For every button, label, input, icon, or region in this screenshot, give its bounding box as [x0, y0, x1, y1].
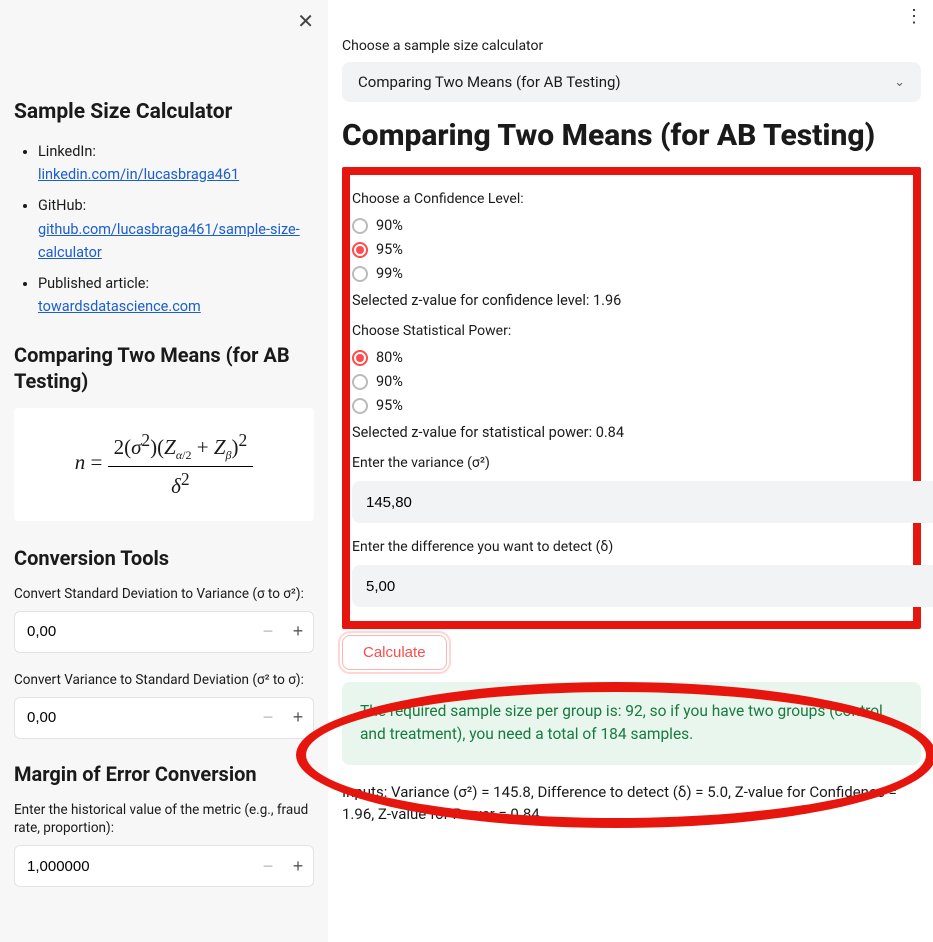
sd-to-var-input[interactable]: [15, 613, 253, 650]
variance-input-wrap: − +: [352, 481, 933, 523]
radio-icon: [352, 350, 368, 366]
more-menu-button[interactable]: ⋮: [905, 6, 923, 27]
delta-label: Enter the difference you want to detect …: [352, 539, 905, 555]
sidebar: ✕ Sample Size Calculator LinkedIn: linke…: [0, 0, 328, 942]
minus-icon: −: [263, 621, 274, 641]
article-link[interactable]: towardsdatascience.com: [38, 298, 201, 315]
increment-button[interactable]: +: [283, 612, 313, 652]
delta-input-wrap: − +: [352, 565, 933, 607]
variance-label: Enter the variance (σ²): [352, 455, 905, 471]
formula-numerator: 2(σ2)(Zα/2 + Zβ)2: [108, 430, 254, 466]
sd-to-var-input-wrap: − +: [14, 611, 314, 653]
link-label: GitHub:: [38, 197, 86, 214]
github-link[interactable]: github.com/lucasbraga461/sample-size-cal…: [38, 221, 300, 261]
calculator-dropdown[interactable]: Comparing Two Means (for AB Testing) ⌄: [342, 62, 921, 102]
plus-icon: +: [293, 707, 304, 727]
confidence-radio-90[interactable]: 90%: [352, 217, 905, 234]
sd-to-var-label: Convert Standard Deviation to Variance (…: [14, 585, 314, 603]
formula-denominator: δ2: [108, 467, 254, 499]
conversion-tools-heading: Conversion Tools: [14, 545, 314, 571]
decrement-button[interactable]: −: [253, 846, 283, 886]
delta-input[interactable]: [352, 568, 933, 605]
radio-label: 95%: [376, 397, 403, 414]
radio-label: 80%: [376, 349, 403, 366]
increment-button[interactable]: +: [283, 846, 313, 886]
power-radio-80[interactable]: 80%: [352, 349, 905, 366]
increment-button[interactable]: +: [283, 698, 313, 738]
annotation-highlight-box: Choose a Confidence Level: 90% 95% 99% S…: [342, 167, 921, 629]
dropdown-selected-value: Comparing Two Means (for AB Testing): [358, 73, 621, 91]
variance-input[interactable]: [352, 484, 933, 521]
sidebar-section-heading: Comparing Two Means (for AB Testing): [14, 342, 314, 394]
decrement-button[interactable]: −: [253, 698, 283, 738]
radio-icon: [352, 242, 368, 258]
sidebar-links-list: LinkedIn: linkedin.com/in/lucasbraga461 …: [14, 140, 314, 318]
linkedin-link[interactable]: linkedin.com/in/lucasbraga461: [38, 166, 239, 183]
minus-icon: −: [263, 856, 274, 876]
link-label: LinkedIn:: [38, 143, 96, 160]
calculator-chooser-label: Choose a sample size calculator: [342, 38, 921, 54]
result-message: The required sample size per group is: 9…: [342, 682, 921, 765]
radio-icon: [352, 374, 368, 390]
calculate-button[interactable]: Calculate: [342, 635, 447, 670]
decrement-button[interactable]: −: [253, 612, 283, 652]
radio-label: 99%: [376, 265, 403, 282]
confidence-radio-95[interactable]: 95%: [352, 241, 905, 258]
main-content: ⋮ Choose a sample size calculator Compar…: [328, 0, 933, 942]
formula-fraction: 2(σ2)(Zα/2 + Zβ)2 δ2: [108, 430, 254, 498]
plus-icon: +: [293, 621, 304, 641]
radio-icon: [352, 266, 368, 282]
list-item: GitHub: github.com/lucasbraga461/sample-…: [38, 194, 314, 264]
link-label: Published article:: [38, 275, 149, 292]
close-sidebar-button[interactable]: ✕: [297, 12, 314, 32]
power-z-value-text: Selected z-value for statistical power: …: [352, 424, 905, 441]
page-title: Comparing Two Means (for AB Testing): [342, 118, 921, 153]
margin-input-wrap: − +: [14, 845, 314, 887]
list-item: Published article: towardsdatascience.co…: [38, 272, 314, 318]
plus-icon: +: [293, 856, 304, 876]
confidence-z-value-text: Selected z-value for confidence level: 1…: [352, 292, 905, 309]
sidebar-title: Sample Size Calculator: [14, 100, 314, 124]
kebab-icon: ⋮: [905, 6, 923, 26]
margin-label: Enter the historical value of the metric…: [14, 801, 314, 837]
var-to-sd-input[interactable]: [15, 699, 253, 736]
power-label: Choose Statistical Power:: [352, 323, 905, 339]
power-radio-95[interactable]: 95%: [352, 397, 905, 414]
var-to-sd-input-wrap: − +: [14, 697, 314, 739]
radio-label: 95%: [376, 241, 403, 258]
formula-box: n = 2(σ2)(Zα/2 + Zβ)2 δ2: [14, 408, 314, 520]
var-to-sd-label: Convert Variance to Standard Deviation (…: [14, 671, 314, 689]
inputs-summary-text: Inputs: Variance (σ²) = 145.8, Differenc…: [342, 781, 921, 826]
margin-heading: Margin of Error Conversion: [14, 761, 314, 787]
radio-label: 90%: [376, 373, 403, 390]
power-radio-90[interactable]: 90%: [352, 373, 905, 390]
formula-lhs: n =: [75, 450, 108, 474]
minus-icon: −: [263, 707, 274, 727]
confidence-radio-99[interactable]: 99%: [352, 265, 905, 282]
radio-icon: [352, 218, 368, 234]
radio-label: 90%: [376, 217, 403, 234]
chevron-down-icon: ⌄: [894, 75, 905, 90]
confidence-level-label: Choose a Confidence Level:: [352, 191, 905, 207]
margin-input[interactable]: [15, 848, 253, 885]
list-item: LinkedIn: linkedin.com/in/lucasbraga461: [38, 140, 314, 186]
radio-icon: [352, 398, 368, 414]
close-icon: ✕: [297, 11, 314, 33]
